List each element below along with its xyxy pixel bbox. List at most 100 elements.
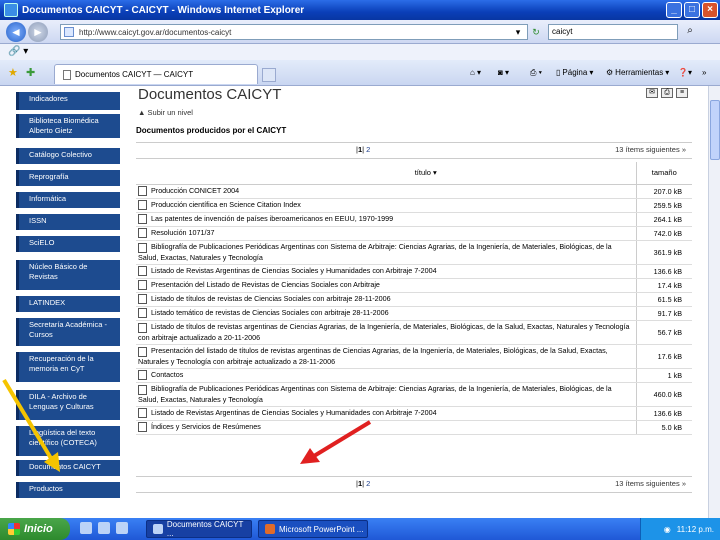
close-button[interactable]: × [702,2,718,18]
file-size: 17.6 kB [635,344,692,369]
document-link[interactable]: Listado de Revistas Argentinas de Cienci… [151,408,437,417]
quicklaunch-icon[interactable] [98,522,110,534]
address-field[interactable]: http://www.caicyt.gov.ar/documentos-caic… [60,24,528,40]
rss-icon[interactable]: ≡ [676,88,688,98]
size-column-header[interactable]: tamaño [635,162,692,185]
go-arrow-icon[interactable]: ▾ [512,26,524,38]
forward-button[interactable]: ► [28,22,48,42]
file-size: 5.0 kB [635,420,692,435]
file-icon [138,266,147,277]
tray-network-icon[interactable]: ◉ [664,525,671,534]
add-favorites-icon[interactable]: ✚ [26,66,35,79]
table-row: Listado de Revistas Argentinas de Cienci… [136,264,692,279]
send-icon[interactable]: ✉ [646,88,658,98]
up-level-link[interactable]: ▲ Subir un nivel [138,108,193,117]
chevron-right-icon[interactable]: » [702,68,706,77]
task-documentos-caicyt[interactable]: Documentos CAICYT ... [146,520,252,538]
document-link[interactable]: Producción científica en Science Citatio… [151,200,301,209]
search-icon[interactable]: ⌕ [683,25,697,39]
document-link[interactable]: Bibliografía de Publicaciones Periódicas… [138,242,612,261]
favorites-star-icon[interactable]: ★ [8,66,18,79]
file-icon [138,214,147,225]
document-link[interactable]: Bibliografía de Publicaciones Periódicas… [138,384,612,403]
home-icon[interactable]: ⌂ ▾ [470,68,481,77]
file-icon [138,370,147,381]
divider [136,492,692,493]
sidebar-item-latindex[interactable]: LATINDEX [16,296,120,312]
sidebar-item-recuperacion[interactable]: Recuperación de la memoria en CyT [16,352,120,382]
sidebar-item-documentos[interactable]: Documentos CAICYT [16,460,120,476]
menu-row: 🔗 ▾ [0,44,720,60]
file-icon [138,200,147,211]
divider [136,476,692,477]
tools-menu[interactable]: ⚙ Herramientas ▾ [606,68,669,77]
sidebar-item-catalogo[interactable]: Catálogo Colectivo [16,148,120,164]
links-icon[interactable]: 🔗 ▾ [8,46,28,57]
sidebar-item-scielo[interactable]: SciELO [16,236,120,252]
page-menu[interactable]: ▯ Página ▾ [556,68,593,77]
sidebar-item-issn[interactable]: ISSN [16,214,120,230]
sidebar-item-secretaria[interactable]: Secretaría Académica - Cursos [16,318,120,346]
maximize-button[interactable]: □ [684,2,700,18]
table-header: título ▾ tamaño [136,162,692,185]
file-size: 259.5 kB [635,198,692,213]
new-tab-button[interactable] [262,68,276,82]
page-link[interactable]: 2 [366,145,370,154]
sidebar-item-informatica[interactable]: Informática [16,192,120,208]
sidebar-item-coteca[interactable]: Lingüística del texto científico (COTECA… [16,426,120,456]
document-link[interactable]: Producción CONICET 2004 [151,186,239,195]
sidebar-item-nucleo-basico[interactable]: Núcleo Básico de Revistas [16,260,120,290]
sidebar-item-biblioteca[interactable]: Biblioteca Biomédica Alberto Gietz [16,114,120,138]
page-numbers: |1| 2 [356,479,371,488]
quicklaunch-icon[interactable] [116,522,128,534]
table-row: Producción CONICET 2004 207.0 kB [136,184,692,199]
print-icon[interactable]: ⎙ [661,88,673,98]
help-icon[interactable]: ❓▾ [678,68,692,77]
start-button[interactable]: Inicio [0,518,70,540]
ie-icon [4,3,18,17]
windows-flag-icon [8,523,20,535]
document-link[interactable]: Contactos [151,370,183,379]
feeds-icon[interactable]: ◙ ▾ [498,68,509,77]
file-size: 361.9 kB [635,240,692,265]
next-items-link[interactable]: 13 ítems siguientes » [615,479,686,488]
search-input[interactable]: caicyt [548,24,678,40]
powerpoint-icon [265,524,275,534]
quicklaunch-icon[interactable] [80,522,92,534]
document-link[interactable]: Presentación del listado de títulos de r… [138,346,608,365]
document-link[interactable]: Las patentes de invención de países iber… [151,214,393,223]
section-subtitle: Documentos producidos por el CAICYT [136,126,287,135]
vertical-scrollbar[interactable] [708,86,720,518]
document-link[interactable]: Resolución 1071/37 [151,228,215,237]
document-link[interactable]: Listado de Revistas Argentinas de Cienci… [151,266,437,275]
tab-documentos-caicyt[interactable]: Documentos CAICYT — CAICYT [54,64,258,84]
page-link[interactable]: 2 [366,479,370,488]
file-size: 136.6 kB [635,264,692,279]
title-column-header[interactable]: título ▾ [136,162,636,185]
sidebar-item-indicadores[interactable]: Indicadores [16,92,120,110]
refresh-icon[interactable]: ↻ [530,26,542,38]
document-link[interactable]: Listado de títulos de revistas argentina… [138,322,630,341]
file-size: 91.7 kB [635,306,692,321]
document-link[interactable]: Listado de títulos de revistas de Cienci… [151,294,391,303]
current-page: 1 [357,479,363,488]
minimize-button[interactable]: _ [666,2,682,18]
next-items-link[interactable]: 13 ítems siguientes » [615,145,686,154]
sidebar-item-productos[interactable]: Productos [16,482,120,498]
document-link[interactable]: Listado temático de revistas de Ciencias… [151,308,389,317]
address-url: http://www.caicyt.gov.ar/documentos-caic… [79,27,232,37]
table-row: Bibliografía de Publicaciones Periódicas… [136,382,692,407]
table-row: Las patentes de invención de países iber… [136,212,692,227]
document-link[interactable]: Índices y Servicios de Resúmenes [151,422,261,431]
file-icon [138,322,147,333]
back-button[interactable]: ◄ [6,22,26,42]
sidebar-item-dila[interactable]: DILA - Archivo de Lenguas y Culturas [16,390,120,420]
sidebar-item-reprografia[interactable]: Reprografía [16,170,120,186]
file-icon [138,422,147,433]
file-icon [138,242,147,253]
document-link[interactable]: Presentación del Listado de Revistas de … [151,280,380,289]
task-powerpoint[interactable]: Microsoft PowerPoint ... [258,520,368,538]
print-icon[interactable]: ⎙ ▾ [530,68,542,78]
scrollbar-thumb[interactable] [710,100,720,160]
file-size: 1 kB [635,368,692,383]
